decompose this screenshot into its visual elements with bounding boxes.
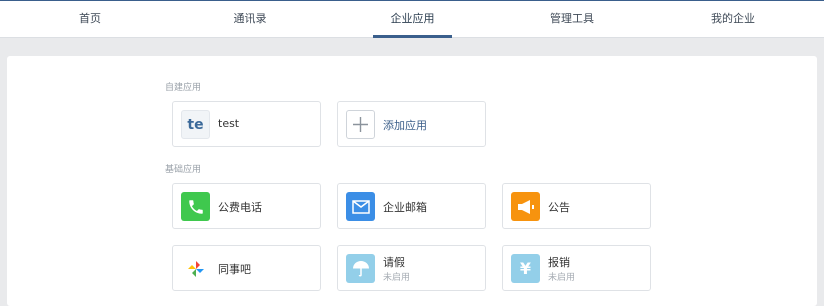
tab-contacts[interactable]: 通讯录: [200, 1, 300, 38]
app-card-reimbursement[interactable]: ¥ 报销 未启用: [502, 245, 651, 291]
add-app-button[interactable]: 添加应用: [337, 101, 486, 147]
yen-icon: ¥: [511, 254, 540, 283]
app-name: test: [218, 117, 240, 130]
pinwheel-icon: [181, 254, 210, 283]
app-name: 公告: [548, 201, 570, 214]
app-card-leave[interactable]: 请假 未启用: [337, 245, 486, 291]
app-name: 企业邮箱: [383, 201, 427, 214]
tab-home[interactable]: 首页: [40, 1, 140, 38]
active-tab-indicator: [373, 35, 452, 38]
megaphone-icon: [511, 192, 540, 221]
tab-admin-tools[interactable]: 管理工具: [522, 1, 622, 38]
phone-icon: [181, 192, 210, 221]
mail-icon: [346, 192, 375, 221]
app-name: 报销: [548, 256, 570, 269]
app-name: 同事吧: [218, 263, 251, 276]
app-status: 未启用: [383, 273, 411, 283]
app-card-announcement[interactable]: 公告: [502, 183, 651, 229]
app-card-test[interactable]: te test: [172, 101, 321, 147]
app-name: 公费电话: [218, 201, 262, 214]
top-nav: 首页 通讯录 企业应用 管理工具 我的企业: [0, 0, 824, 38]
app-name: 请假: [383, 256, 405, 269]
tab-my-enterprise[interactable]: 我的企业: [683, 1, 783, 38]
app-status: 未启用: [548, 273, 576, 283]
app-icon-te: te: [181, 110, 210, 139]
section-title-basic-apps: 基础应用: [165, 165, 202, 175]
app-card-phone[interactable]: 公费电话: [172, 183, 321, 229]
plus-icon: [346, 110, 375, 139]
section-title-custom-apps: 自建应用: [165, 83, 202, 93]
tab-enterprise-apps[interactable]: 企业应用: [373, 1, 452, 38]
umbrella-icon: [346, 254, 375, 283]
add-app-label: 添加应用: [383, 119, 427, 132]
app-card-mail[interactable]: 企业邮箱: [337, 183, 486, 229]
app-card-colleagues[interactable]: 同事吧: [172, 245, 321, 291]
